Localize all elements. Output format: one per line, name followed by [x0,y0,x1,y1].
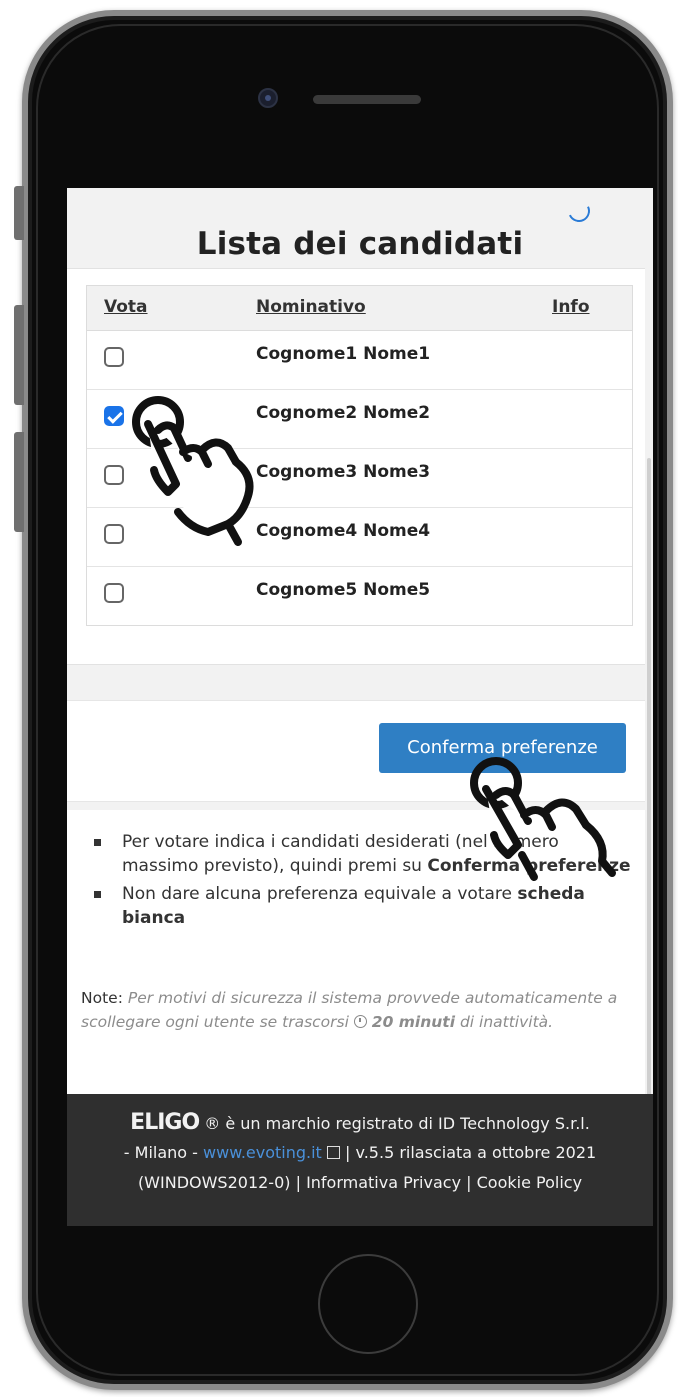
note-minutes: 20 minuti [371,1013,456,1031]
home-button[interactable] [318,1254,418,1354]
vote-checkbox[interactable] [104,583,124,603]
footer-line-3: (WINDOWS2012-0) | Informativa Privacy | … [67,1173,653,1192]
page-title: Lista dei candidati [196,226,524,262]
header-name[interactable]: Nominativo [256,297,366,317]
speaker-grille [313,95,421,104]
cookie-policy-link[interactable]: Cookie Policy [477,1173,582,1192]
scrollbar[interactable] [647,458,651,1098]
instruction-text: Non dare alcuna preferenza equivale a vo… [122,884,512,904]
security-note: Note: Per motivi di sicurezza il sistema… [81,986,641,1034]
front-camera-icon [258,88,278,108]
table-row: Cognome5 Nome5 [87,567,632,625]
footer-line-2: - Milano - www.evoting.it | v.5.5 rilasc… [67,1143,653,1162]
header-info[interactable]: Info [552,297,590,317]
bullet-icon [94,839,101,846]
footer: ELIGO ® è un marchio registrato di ID Te… [67,1094,653,1226]
eligo-logo: ELIGO [130,1110,200,1135]
external-link-icon[interactable] [326,1146,340,1159]
volume-up-button [14,305,24,405]
header-vote[interactable]: Vota [104,297,148,317]
candidate-name: Cognome1 Nome1 [256,344,431,364]
bullet-icon [94,891,101,898]
footer-city: - Milano - [123,1143,198,1162]
candidate-name: Cognome2 Nome2 [256,403,431,423]
vote-checkbox[interactable] [104,347,124,367]
table-row: Cognome1 Nome1 [87,331,632,390]
footer-separator: | [466,1173,472,1192]
vote-checkbox[interactable] [104,465,124,485]
footer-website-link[interactable]: www.evoting.it [203,1143,322,1162]
clock-icon [353,1015,367,1028]
vote-checkbox[interactable] [104,406,124,426]
candidate-name: Cognome3 Nome3 [256,462,431,482]
footer-line-1: ELIGO ® è un marchio registrato di ID Te… [67,1110,653,1135]
note-text-end: di inattività. [459,1013,554,1031]
candidate-name: Cognome4 Nome4 [256,521,431,541]
note-label: Note: [81,989,123,1007]
footer-trademark: ® è un marchio registrato di ID Technolo… [204,1114,590,1133]
privacy-link[interactable]: Informativa Privacy [306,1173,461,1192]
tap-hand-icon [470,757,616,881]
candidate-name: Cognome5 Nome5 [256,580,431,600]
footer-version: | v.5.5 rilasciata a ottobre 2021 [345,1143,597,1162]
loading-spinner-icon [564,196,594,226]
table-header: Vota Nominativo Info [87,286,632,331]
volume-down-button [14,432,24,532]
mute-switch [14,186,24,240]
footer-server: (WINDOWS2012-0) | [137,1173,301,1192]
tap-hand-icon [132,396,254,546]
phone-screen: Lista dei candidati Vota Nominativo Info… [67,188,653,1226]
vote-checkbox[interactable] [104,524,124,544]
